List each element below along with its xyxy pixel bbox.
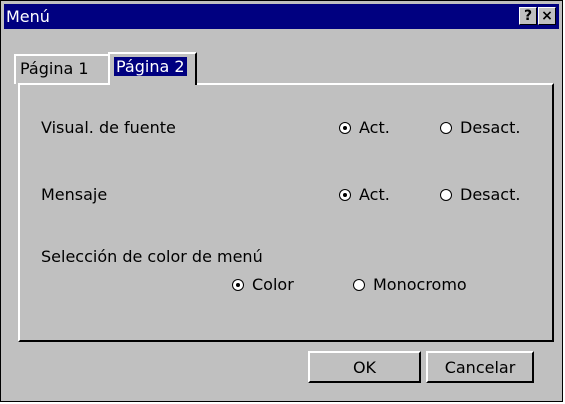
radio-label: Act. [359,118,390,137]
menu-color-label: Selección de color de menú [41,247,263,266]
tab-label: Página 2 [114,57,187,76]
cancel-button[interactable]: Cancelar [426,351,534,383]
message-on-radio[interactable]: Act. [339,185,390,204]
radio-selected-icon [339,188,351,201]
radio-label: Desact. [460,118,521,137]
radio-unselected-icon [440,121,452,134]
radio-selected-icon [339,121,351,134]
help-icon: ? [523,8,533,24]
window-title: Menú [6,7,50,26]
menu-color-color-radio[interactable]: Color [232,275,294,294]
radio-label: Color [252,275,294,294]
message-label: Mensaje [41,185,108,204]
title-bar: Menú ? × [4,4,559,29]
tab-pagina-1[interactable]: Página 1 [14,54,111,84]
radio-label: Act. [359,185,390,204]
message-off-radio[interactable]: Desact. [440,185,520,204]
radio-unselected-icon [353,278,365,291]
radio-unselected-icon [440,188,452,201]
tab-label: Página 1 [20,59,89,78]
menu-dialog: Menú ? × Página 1 Página 2 Visual. de fu… [0,0,563,402]
menu-color-monochrome-radio[interactable]: Monocromo [353,275,467,294]
close-button[interactable]: × [538,7,556,25]
radio-label: Monocromo [373,275,467,294]
radio-selected-icon [232,278,244,291]
radio-label: Desact. [460,185,521,204]
ok-button[interactable]: OK [308,351,421,383]
help-button[interactable]: ? [519,7,537,25]
source-display-on-radio[interactable]: Act. [339,118,390,137]
source-display-label: Visual. de fuente [41,118,176,137]
close-icon: × [541,8,553,24]
source-display-off-radio[interactable]: Desact. [440,118,520,137]
tab-pagina-2[interactable]: Página 2 [108,52,197,85]
